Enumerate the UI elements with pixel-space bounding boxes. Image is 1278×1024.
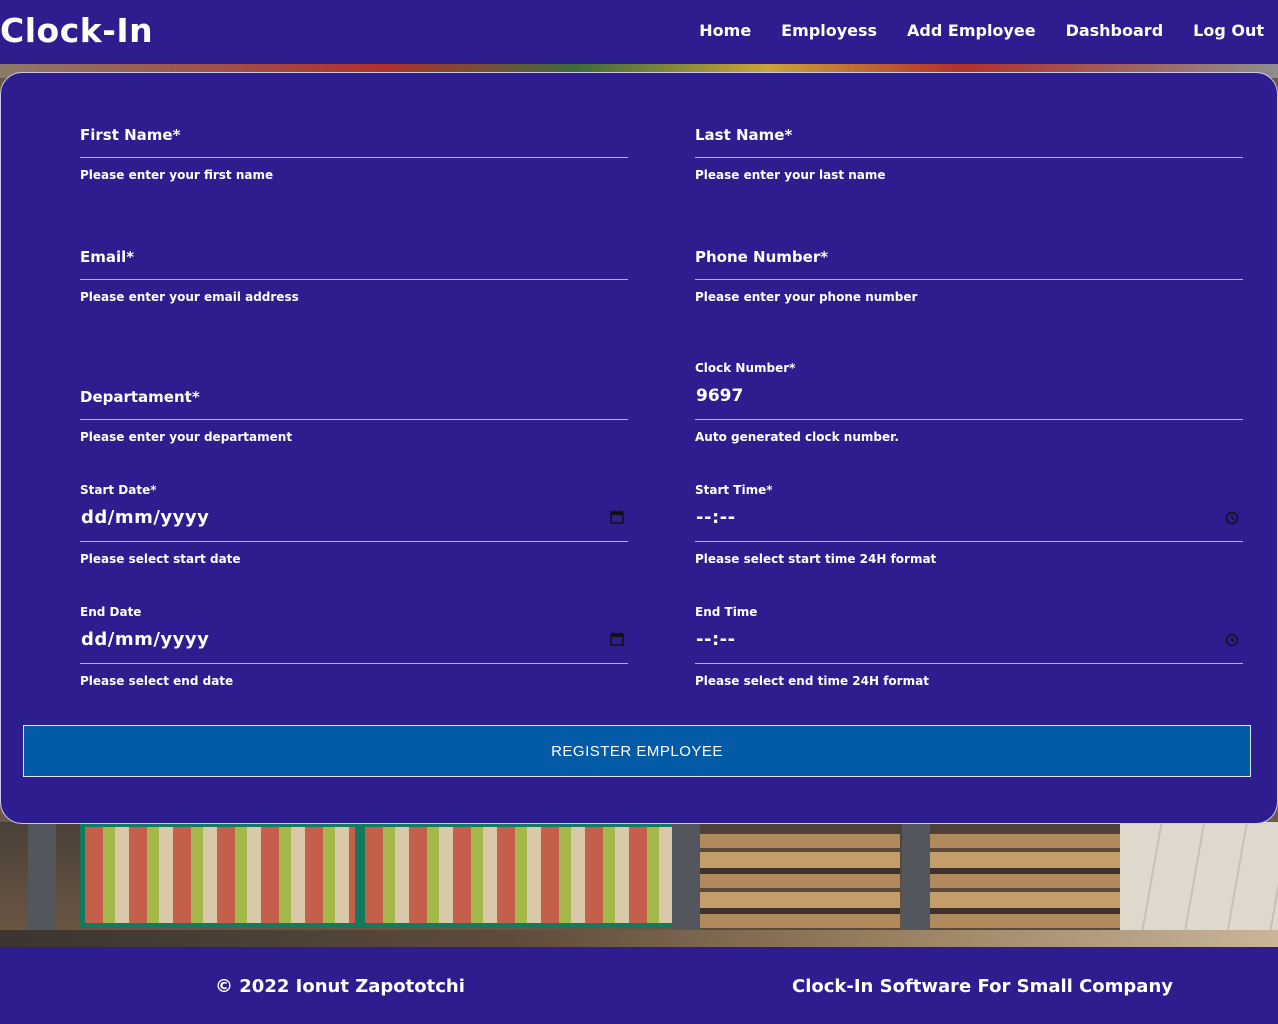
register-employee-button[interactable]: REGISTER EMPLOYEE [23, 725, 1251, 777]
nav-log-out[interactable]: Log Out [1193, 21, 1264, 40]
start-time-label: Start Time* [695, 483, 773, 497]
nav-add-employee[interactable]: Add Employee [907, 21, 1036, 40]
clock-icon[interactable] [1225, 633, 1239, 647]
calendar-icon[interactable] [610, 510, 624, 524]
end-time-field[interactable]: End Time --:-- Please select end time 24… [695, 605, 1243, 699]
department-label: Departament* [80, 388, 200, 406]
end-date-field[interactable]: End Date dd/mm/yyyy Please select end da… [80, 605, 628, 699]
footer-tagline: Clock-In Software For Small Company [792, 976, 1173, 997]
footer-copyright: © 2022 Ionut Zapototchi [215, 976, 465, 997]
nav-dashboard[interactable]: Dashboard [1066, 21, 1164, 40]
email-field[interactable]: Email* Please enter your email address [80, 245, 628, 315]
end-date-help: Please select end date [80, 674, 234, 688]
phone-field[interactable]: Phone Number* Please enter your phone nu… [695, 245, 1243, 315]
start-date-label: Start Date* [80, 483, 157, 497]
brand-logo[interactable]: Clock-In [0, 11, 153, 50]
nav-home[interactable]: Home [699, 21, 751, 40]
phone-help: Please enter your phone number [695, 290, 918, 304]
clock-icon[interactable] [1225, 511, 1239, 525]
footer: © 2022 Ionut Zapototchi Clock-In Softwar… [0, 947, 1278, 1024]
top-navbar: Clock-In Home Employess Add Employee Das… [0, 0, 1278, 64]
email-label: Email* [80, 248, 135, 266]
main-nav: Home Employess Add Employee Dashboard Lo… [699, 21, 1264, 40]
nav-employees[interactable]: Employess [781, 21, 877, 40]
clock-number-label: Clock Number* [695, 361, 796, 375]
first-name-field[interactable]: First Name* Please enter your first name [80, 123, 628, 193]
first-name-label: First Name* [80, 126, 181, 144]
start-time-field[interactable]: Start Time* --:-- Please select start ti… [695, 483, 1243, 577]
start-date-field[interactable]: Start Date* dd/mm/yyyy Please select sta… [80, 483, 628, 577]
clock-number-value: 9697 [696, 386, 744, 406]
start-time-input[interactable]: --:-- [696, 507, 736, 528]
last-name-field[interactable]: Last Name* Please enter your last name [695, 123, 1243, 193]
first-name-input[interactable] [80, 157, 628, 158]
department-field[interactable]: Departament* Please enter your departame… [80, 385, 628, 455]
end-time-input[interactable]: --:-- [696, 629, 736, 650]
clock-number-input [695, 419, 1243, 420]
clock-number-help: Auto generated clock number. [695, 430, 899, 444]
start-date-help: Please select start date [80, 552, 241, 566]
last-name-label: Last Name* [695, 126, 793, 144]
department-help: Please enter your departament [80, 430, 293, 444]
end-time-label: End Time [695, 605, 758, 619]
start-time-help: Please select start time 24H format [695, 552, 937, 566]
end-date-input[interactable]: dd/mm/yyyy [81, 629, 209, 650]
end-time-help: Please select end time 24H format [695, 674, 929, 688]
phone-label: Phone Number* [695, 248, 829, 266]
email-help: Please enter your email address [80, 290, 299, 304]
department-input[interactable] [80, 419, 628, 420]
phone-input[interactable] [695, 279, 1243, 280]
last-name-help: Please enter your last name [695, 168, 886, 182]
clock-number-field: Clock Number* 9697 Auto generated clock … [695, 361, 1243, 455]
first-name-help: Please enter your first name [80, 168, 274, 182]
register-employee-form: First Name* Please enter your first name… [0, 72, 1278, 824]
end-date-label: End Date [80, 605, 142, 619]
start-date-input[interactable]: dd/mm/yyyy [81, 507, 209, 528]
last-name-input[interactable] [695, 157, 1243, 158]
calendar-icon[interactable] [610, 632, 624, 646]
email-input[interactable] [80, 279, 628, 280]
